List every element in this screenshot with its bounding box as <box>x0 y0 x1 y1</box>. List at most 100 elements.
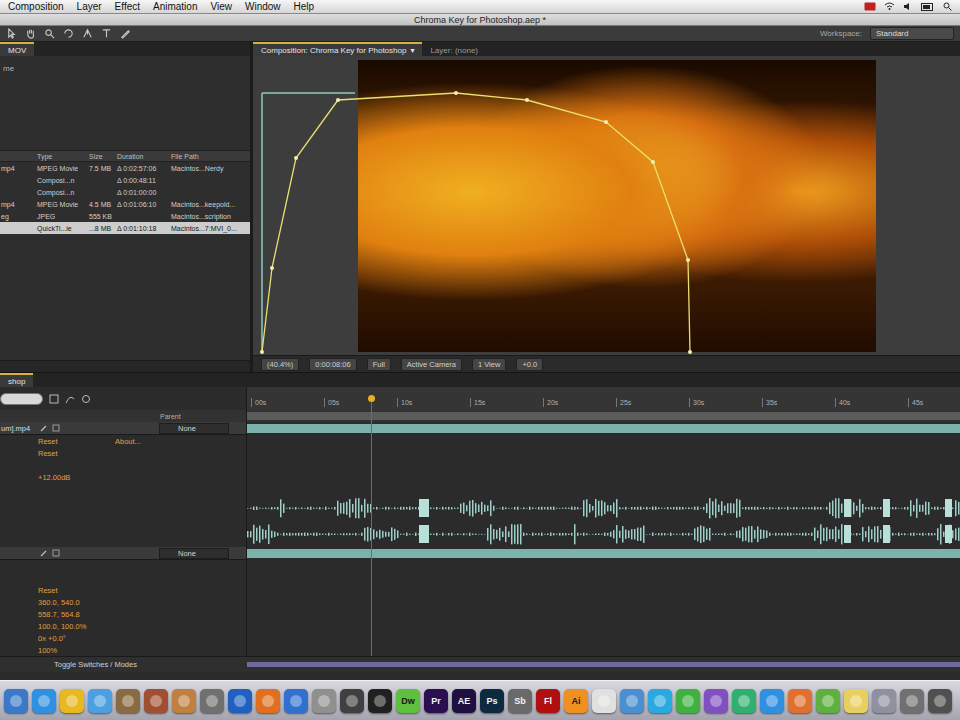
brush-tool-icon[interactable] <box>120 28 131 39</box>
dock-app-icon[interactable] <box>900 689 924 713</box>
menu-item[interactable]: Help <box>294 1 315 13</box>
header-cell[interactable]: File Path <box>170 153 250 160</box>
dock-app-icon[interactable] <box>172 689 196 713</box>
viewer-tab[interactable]: Composition: Chroma Key for Photoshop▾ <box>253 42 422 56</box>
workspace-select[interactable]: Standard <box>870 27 954 40</box>
timeline-tab[interactable]: shop <box>0 373 33 387</box>
dock-app-icon[interactable] <box>732 689 756 713</box>
zoom-tool-icon[interactable] <box>44 28 55 39</box>
menu-item[interactable]: Window <box>245 1 281 13</box>
selection-tool-icon[interactable] <box>6 28 17 39</box>
tab-dropdown-icon[interactable]: ▾ <box>410 46 414 55</box>
viewer-control[interactable]: +0.0 <box>516 358 543 371</box>
property-value[interactable]: Reset <box>0 449 115 458</box>
dock-app-icon[interactable]: AE <box>452 689 476 713</box>
switch-box-icon[interactable] <box>52 424 60 432</box>
dock-app-icon[interactable] <box>116 689 140 713</box>
pencil-icon[interactable] <box>40 424 48 432</box>
text-tool-icon[interactable] <box>101 28 112 39</box>
work-area-bar[interactable] <box>247 412 960 420</box>
column-label[interactable]: Parent <box>160 413 181 420</box>
property-value[interactable]: Reset <box>0 586 115 595</box>
project-row[interactable]: mp4MPEG Movie4.5 MBΔ 0:01:06:10Macintos.… <box>0 198 250 210</box>
playhead-knob[interactable] <box>368 395 375 402</box>
project-tab[interactable]: MOV <box>0 42 34 56</box>
layer-bar[interactable] <box>247 549 960 558</box>
property-value[interactable]: 100% <box>0 646 115 655</box>
wifi-icon[interactable] <box>884 2 895 11</box>
dock-app-icon[interactable] <box>592 689 616 713</box>
header-cell[interactable]: Type <box>36 153 88 160</box>
layer-name[interactable]: um].mp4 <box>0 424 40 433</box>
project-row[interactable]: Composi...nΔ 0:00:48:11 <box>0 174 250 186</box>
project-row[interactable]: egJPEG555 KBMacintos...scription <box>0 210 250 222</box>
dock-app-icon[interactable] <box>648 689 672 713</box>
dock-app-icon[interactable]: Ai <box>564 689 588 713</box>
viewer-control[interactable]: Active Camera <box>401 358 462 371</box>
dock-app-icon[interactable] <box>144 689 168 713</box>
header-cell[interactable]: Size <box>88 153 116 160</box>
menu-item[interactable]: Composition <box>8 1 64 13</box>
menu-item[interactable]: Effect <box>115 1 140 13</box>
dock-app-icon[interactable]: Pr <box>424 689 448 713</box>
layer-bar[interactable] <box>247 424 960 433</box>
time-ruler[interactable]: 00s05s10s15s20s25s30s35s40s45s <box>247 387 960 410</box>
menu-item[interactable]: View <box>210 1 232 13</box>
battery-icon[interactable] <box>921 3 935 11</box>
dock-app-icon[interactable] <box>312 689 336 713</box>
playhead[interactable] <box>371 399 372 656</box>
motion-blur-icon[interactable] <box>81 394 91 404</box>
dock-app-icon[interactable] <box>788 689 812 713</box>
property-value[interactable]: 100.0, 100.0% <box>0 622 115 631</box>
property-link[interactable]: About... <box>115 437 141 446</box>
dock-app-icon[interactable]: Ps <box>480 689 504 713</box>
dock-app-icon[interactable]: Fl <box>536 689 560 713</box>
dock-app-icon[interactable] <box>284 689 308 713</box>
switch-box-icon[interactable] <box>52 549 60 557</box>
dock-app-icon[interactable] <box>60 689 84 713</box>
pen-tool-icon[interactable] <box>82 28 93 39</box>
menu-item[interactable]: Animation <box>153 1 197 13</box>
pencil-icon[interactable] <box>40 549 48 557</box>
dock-app-icon[interactable] <box>200 689 224 713</box>
comp-mini-flowchart-icon[interactable] <box>49 394 59 404</box>
dock-app-icon[interactable] <box>256 689 280 713</box>
volume-icon[interactable] <box>903 2 913 11</box>
viewer-control[interactable]: 0:00:08:06 <box>309 358 356 371</box>
parent-select[interactable]: None <box>159 548 229 559</box>
project-row[interactable]: QuickTi...ie...8 MBΔ 0:01:10:18Macintos.… <box>0 222 250 234</box>
dock-app-icon[interactable] <box>872 689 896 713</box>
dock-app-icon[interactable] <box>620 689 644 713</box>
dock-app-icon[interactable] <box>340 689 364 713</box>
timeline-search[interactable] <box>0 393 43 405</box>
dock-app-icon[interactable] <box>844 689 868 713</box>
dock-app-icon[interactable] <box>928 689 952 713</box>
dock-app-icon[interactable]: Sb <box>508 689 532 713</box>
dock-app-icon[interactable] <box>368 689 392 713</box>
screen-icon[interactable] <box>864 2 876 11</box>
dock-app-icon[interactable] <box>32 689 56 713</box>
search-icon[interactable] <box>943 2 952 11</box>
toggle-switches[interactable]: Toggle Switches / Modes <box>0 656 247 672</box>
hand-tool-icon[interactable] <box>25 28 36 39</box>
dock-app-icon[interactable] <box>676 689 700 713</box>
project-row[interactable]: Composi...nΔ 0:01:00:00 <box>0 186 250 198</box>
dock-app-icon[interactable] <box>88 689 112 713</box>
rotate-tool-icon[interactable] <box>63 28 74 39</box>
property-value[interactable]: 558.7, 564.8 <box>0 610 115 619</box>
property-value[interactable]: 360.0, 540.0 <box>0 598 115 607</box>
viewer-control[interactable]: Full <box>367 358 391 371</box>
dock-app-icon[interactable] <box>4 689 28 713</box>
dock-app-icon[interactable] <box>704 689 728 713</box>
dock-app-icon[interactable] <box>816 689 840 713</box>
graph-editor-icon[interactable] <box>65 394 75 404</box>
menu-item[interactable]: Layer <box>77 1 102 13</box>
project-row[interactable]: mp4MPEG Movie7.5 MBΔ 0:02:57:06Macintos.… <box>0 162 250 174</box>
viewer-control[interactable]: (40.4%) <box>261 358 299 371</box>
dock-app-icon[interactable]: Dw <box>396 689 420 713</box>
viewer-tab[interactable]: Layer: (none) <box>422 42 486 56</box>
header-cell[interactable]: Duration <box>116 153 170 160</box>
viewer-control[interactable]: 1 View <box>472 358 506 371</box>
parent-select[interactable]: None <box>159 423 229 434</box>
dock-app-icon[interactable] <box>760 689 784 713</box>
